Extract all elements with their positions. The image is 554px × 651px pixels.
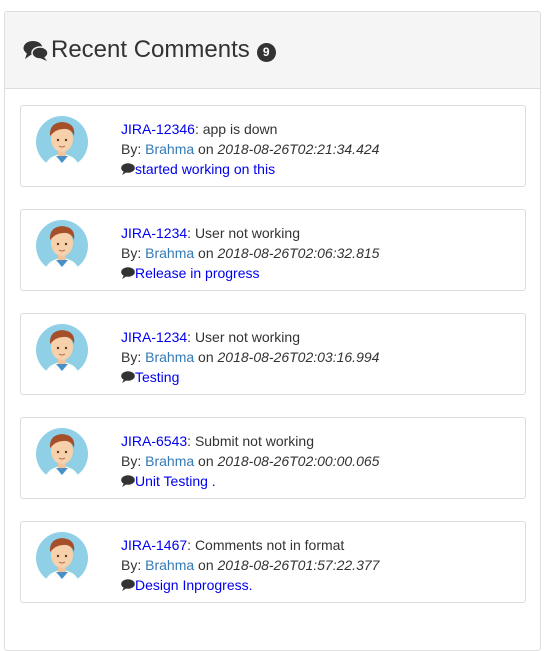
by-label: By: [121, 557, 146, 573]
comment-item: JIRA-1234: User not working By: Brahma o… [20, 209, 526, 291]
comment-list: JIRA-12346: app is down By: Brahma on 20… [5, 89, 540, 603]
by-label: By: [121, 245, 146, 261]
issue-summary: Comments not in format [194, 537, 345, 553]
issue-link[interactable]: JIRA-1234 [121, 329, 187, 345]
comment-title-line: JIRA-12346: app is down [121, 119, 379, 139]
author-name: Brahma [145, 141, 195, 157]
issue-link[interactable]: JIRA-1467 [121, 537, 187, 553]
comment-item: JIRA-1234: User not working By: Brahma o… [20, 313, 526, 395]
user-avatar [36, 532, 88, 584]
issue-link[interactable]: JIRA-1234 [121, 225, 187, 241]
comment-title-line: JIRA-1234: User not working [121, 327, 379, 347]
issue-link[interactable]: JIRA-12346 [121, 121, 195, 137]
comment-text-link[interactable]: Design Inprogress. [135, 577, 253, 593]
comment-meta-line: By: Brahma on 2018-08-26T02:06:32.815 [121, 243, 379, 263]
comment-timestamp: 2018-08-26T02:06:32.815 [217, 245, 380, 261]
comment-text-link[interactable]: Testing [135, 369, 179, 385]
comment-title-line: JIRA-1234: User not working [121, 223, 379, 243]
issue-summary: User not working [194, 329, 300, 345]
title-separator: : [194, 121, 203, 137]
issue-summary: app is down [202, 121, 278, 137]
comment-body-line: Release in progress [121, 263, 379, 283]
comment-meta-line: By: Brahma on 2018-08-26T02:00:00.065 [121, 451, 379, 471]
title-separator: : [187, 433, 195, 449]
on-label: on [194, 557, 218, 573]
by-label: By: [121, 453, 146, 469]
recent-comments-panel: Recent Comments 9 JIRA-12346: app is dow… [4, 11, 541, 651]
title-separator: : [187, 329, 195, 345]
author-name: Brahma [145, 245, 195, 261]
issue-summary: Submit not working [194, 433, 314, 449]
title-separator: : [187, 537, 195, 553]
comment-bubble-icon [121, 163, 135, 175]
comment-meta-line: By: Brahma on 2018-08-26T02:03:16.994 [121, 347, 379, 367]
comment-bubble-icon [121, 267, 135, 279]
comment-timestamp: 2018-08-26T02:21:34.424 [217, 141, 380, 157]
comment-meta-line: By: Brahma on 2018-08-26T02:21:34.424 [121, 139, 379, 159]
comment-text-link[interactable]: Release in progress [135, 265, 260, 281]
comments-icon [23, 41, 49, 61]
issue-summary: User not working [194, 225, 300, 241]
comment-body-line: Unit Testing . [121, 471, 379, 491]
user-avatar [36, 220, 88, 272]
comment-timestamp: 2018-08-26T02:00:00.065 [217, 453, 380, 469]
author-name: Brahma [145, 453, 195, 469]
panel-heading: Recent Comments 9 [5, 12, 540, 89]
comment-item: JIRA-12346: app is down By: Brahma on 20… [20, 105, 526, 187]
comment-timestamp: 2018-08-26T01:57:22.377 [217, 557, 380, 573]
comment-timestamp: 2018-08-26T02:03:16.994 [217, 349, 380, 365]
comment-body-line: Testing [121, 367, 379, 387]
issue-link[interactable]: JIRA-6543 [121, 433, 187, 449]
title-separator: : [187, 225, 195, 241]
comment-bubble-icon [121, 371, 135, 383]
comment-text-link[interactable]: started working on this [135, 161, 275, 177]
on-label: on [194, 141, 218, 157]
comment-body-line: started working on this [121, 159, 379, 179]
author-name: Brahma [145, 557, 195, 573]
comment-count-badge: 9 [256, 43, 276, 62]
comment-title-line: JIRA-6543: Submit not working [121, 431, 379, 451]
comment-meta-line: By: Brahma on 2018-08-26T01:57:22.377 [121, 555, 379, 575]
comment-bubble-icon [121, 475, 135, 487]
author-name: Brahma [145, 349, 195, 365]
user-avatar [36, 428, 88, 480]
comment-title-line: JIRA-1467: Comments not in format [121, 535, 379, 555]
on-label: on [194, 245, 218, 261]
comment-body-line: Design Inprogress. [121, 575, 379, 595]
comment-item: JIRA-1467: Comments not in format By: Br… [20, 521, 526, 603]
by-label: By: [121, 349, 146, 365]
user-avatar [36, 116, 88, 168]
on-label: on [194, 349, 218, 365]
comment-item: JIRA-6543: Submit not working By: Brahma… [20, 417, 526, 499]
on-label: on [194, 453, 218, 469]
panel-title: Recent Comments [51, 36, 250, 63]
comment-bubble-icon [121, 579, 135, 591]
by-label: By: [121, 141, 146, 157]
comment-text-link[interactable]: Unit Testing . [135, 473, 216, 489]
user-avatar [36, 324, 88, 376]
